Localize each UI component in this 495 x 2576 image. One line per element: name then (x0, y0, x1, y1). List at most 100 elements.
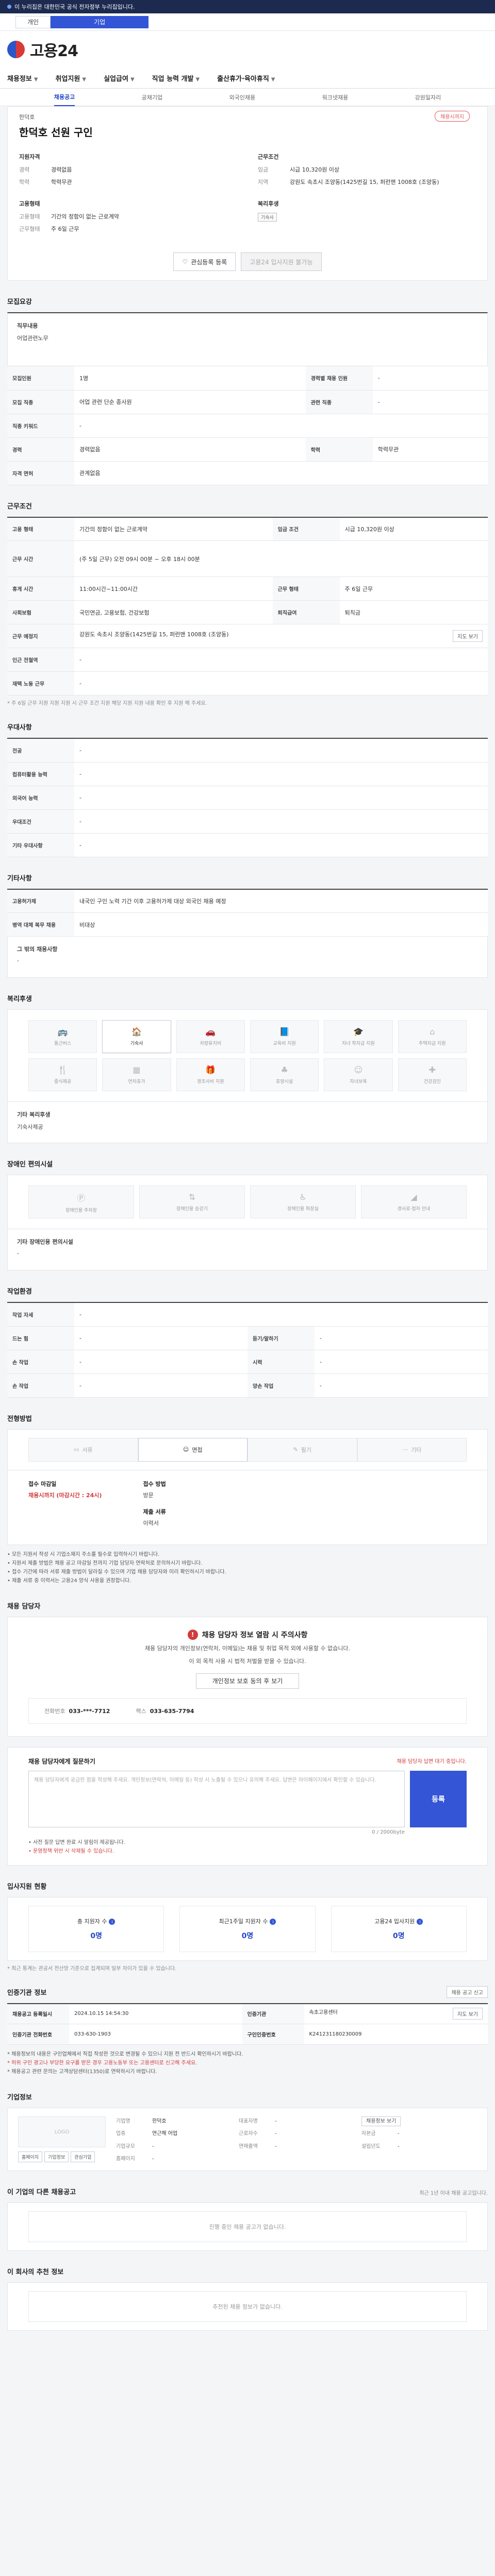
chevron-down-icon: ▼ (130, 77, 135, 82)
dormitory-icon: 🏠 (131, 1027, 142, 1037)
nav-item-support[interactable]: 취업지원 ▼ (56, 73, 87, 83)
table-row: 외국어 능력 - (7, 786, 488, 810)
field-label: 팩스 (136, 1707, 146, 1715)
question-input[interactable]: 채용 담당자에게 궁금한 점을 작성해 주세요. 개인정보(연락처, 이메일 등… (28, 1770, 405, 1827)
block-title: 고용형태 (19, 200, 40, 207)
section-title: 이 기업의 다른 채용공고 (7, 2189, 76, 2197)
report-button[interactable]: 채용 공고 신고 (447, 1986, 488, 1998)
stat-label: 총 지원자 수 (77, 1918, 107, 1925)
table-row: 드는 힘 - 듣기/말하기 - (7, 1326, 488, 1350)
agency-name: 속초고용센터 (309, 2010, 338, 2016)
stat-value: 0명 (90, 1931, 102, 1940)
more-jobs-button[interactable]: 채용정보 보기 (361, 2116, 401, 2127)
field-label: 임금 (258, 166, 269, 173)
row-label: 듣기/말하기 (248, 1326, 315, 1350)
row-label: 인증기관 (242, 2003, 304, 2025)
row-label: 학력 (305, 437, 373, 462)
subnav-item-gangwon[interactable]: 강원일자리 (415, 93, 441, 101)
row-value: - (74, 1374, 248, 1398)
field-value: - (398, 2131, 400, 2137)
tab-business[interactable]: 기업 (51, 15, 149, 28)
nav-item-leave[interactable]: 출산휴가·육아휴직 ▼ (217, 73, 275, 83)
step-label: 기타 (411, 1446, 422, 1453)
condition-note: * 주 6일 근무 지원 지원 지원 시 근무 조건 지원 해당 지원 지원 내… (7, 701, 207, 706)
welfare-label: 중식제공 (54, 1079, 72, 1084)
apply-button[interactable]: 고용24 입사지원 불가능 (241, 252, 322, 271)
field-value: - (152, 2143, 154, 2149)
section-title: 채용 담당자 (7, 1602, 41, 1611)
interest-button[interactable]: ♡ 관심등록 등록 (173, 252, 236, 271)
note-item: • 운영정책 위반 시 삭제될 수 있습니다. (28, 1848, 114, 1854)
show-contact-button[interactable]: 개인정보 보호 동의 후 보기 (196, 1673, 299, 1689)
row-value: - (372, 366, 488, 391)
field-value: - (17, 1250, 19, 1257)
section-title: 이 회사의 추천 정보 (7, 2268, 64, 2277)
note-item: * 채용공고 관련 문의는 고객상담센터(1350)로 연락하시기 바랍니다. (7, 2069, 157, 2075)
table-row: 재택 노동 근무 - (7, 671, 488, 696)
stat-label: 최근1주일 지원자 수 (219, 1918, 268, 1925)
table-row: 기타 우대사항 - (7, 833, 488, 857)
field-label: 홈페이지 (116, 2156, 135, 2162)
subnav-item-companies[interactable]: 공채기업 (142, 93, 162, 101)
nav-item-benefit[interactable]: 실업급여 ▼ (104, 73, 135, 83)
other-extra: 그 밖의 채용사항 - (7, 937, 488, 978)
company-info-button[interactable]: 기업정보 (44, 2151, 69, 2163)
section-title: 인증기관 정보 (7, 1989, 47, 1997)
nav-item-jobs[interactable]: 채용정보 ▼ (7, 73, 38, 83)
stat-value: 0명 (393, 1931, 405, 1940)
subnav-item-foreign[interactable]: 외국인채용 (229, 93, 256, 101)
environment-table: 작업 자세 - 드는 힘 - 듣기/말하기 - 손 작업 - 시력 - 손 작업 - 양손 작업 - (7, 1302, 488, 1398)
row-value: 속초고용센터 지도 보기 (304, 2003, 488, 2025)
map-button[interactable]: 지도 보기 (453, 630, 483, 642)
tab-personal[interactable]: 개인 (15, 15, 51, 28)
row-label: 퇴직급여 (272, 600, 340, 624)
elevator-icon: ⇅ (188, 1192, 196, 1202)
disability-label: 장애인용 승강기 (176, 1207, 208, 1212)
welfare-label: 주택자금 지원 (419, 1041, 446, 1046)
subnav-item-postings[interactable]: 채용공고 (54, 89, 75, 106)
subnav-item-worknet[interactable]: 워크넷재용 (322, 93, 349, 101)
field-value: 주 6일 근무 (51, 225, 79, 232)
row-value: 국민연금, 고용보험, 건강보험 (74, 600, 273, 624)
row-value: 비대상 (74, 912, 488, 937)
info-icon[interactable]: i (109, 1919, 116, 1925)
field-value: - (275, 2143, 277, 2149)
map-button[interactable]: 지도 보기 (453, 2008, 483, 2020)
job-summary-card: 한덕호 한덕호 선원 구인 채용시까지 지원자격 경력 경력없음 학력 학력무관 근… (7, 106, 488, 281)
favorite-company-button[interactable]: 관심기업 (71, 2151, 95, 2163)
field-label: 기타 장애인용 편의시설 (17, 1239, 73, 1245)
note-item: * 채용정보의 내용은 구인업체에서 직접 작성한 것으로 변경될 수 있으니 … (7, 2052, 243, 2058)
company-name[interactable]: 한덕호 (19, 113, 476, 121)
bus-icon: 🚌 (57, 1027, 68, 1037)
submit-question-button[interactable]: 등록 (410, 1770, 467, 1827)
qa-status: 채용 담당자 답변 대기 중입니다. (397, 1758, 467, 1765)
contact-box: ! 채용 담당자 정보 열람 시 주의사항 채용 담당자의 개인정보(연락처, 이… (7, 1616, 488, 1737)
step-label: 필기 (301, 1446, 311, 1453)
info-icon[interactable]: i (417, 1919, 423, 1925)
interest-button-label: 관심등록 등록 (191, 258, 227, 266)
field-label: 설립년도 (361, 2143, 381, 2149)
info-icon[interactable]: i (270, 1919, 276, 1925)
row-label: 임금 조건 (272, 517, 340, 541)
nav-item-training[interactable]: 직업 능력 개발 ▼ (152, 73, 200, 83)
gov-banner-text: 이 누리집은 대한민국 공식 전자정부 누리집입니다. (14, 4, 135, 10)
field-label: 전화번호 (44, 1707, 65, 1715)
site-logo[interactable]: 고용24 (30, 38, 78, 61)
stat-label: 고용24 입사지원 (374, 1918, 415, 1925)
row-label: 재택 노동 근무 (7, 671, 74, 696)
welfare-label: 자녀보육 (350, 1079, 367, 1084)
field-value: 연근해 어업 (152, 2131, 178, 2137)
row-value: 어업 관련 단순 종사원 (74, 390, 306, 414)
stat-card: 최근1주일 지원자 수 i 0명 (179, 1905, 316, 1952)
process-info: 접수 마감일 채용시까지 (마감시간 : 24시) 접수 방법 방문 제출 서류… (7, 1470, 488, 1545)
main-nav: 채용정보 ▼ 취업지원 ▼ 실업급여 ▼ 직업 능력 개발 ▼ 출산휴가·육아휴직 ▼ (0, 68, 495, 89)
table-row: 모집인원 1명 경력별 채용 인원 - (7, 366, 488, 391)
logo-icon[interactable] (7, 41, 25, 58)
homepage-button[interactable]: 홈페이지 (18, 2151, 43, 2163)
row-value: 학력무관 (372, 437, 488, 462)
byte-counter: 0 / 2000byte (372, 1829, 405, 1835)
row-label: 인증기관 전화번호 (7, 2024, 69, 2045)
row-label: 구인인증번호 (242, 2024, 304, 2045)
field-label: 지역 (258, 178, 269, 185)
table-row: 경력 경력없음 학력 학력무관 (7, 437, 488, 462)
